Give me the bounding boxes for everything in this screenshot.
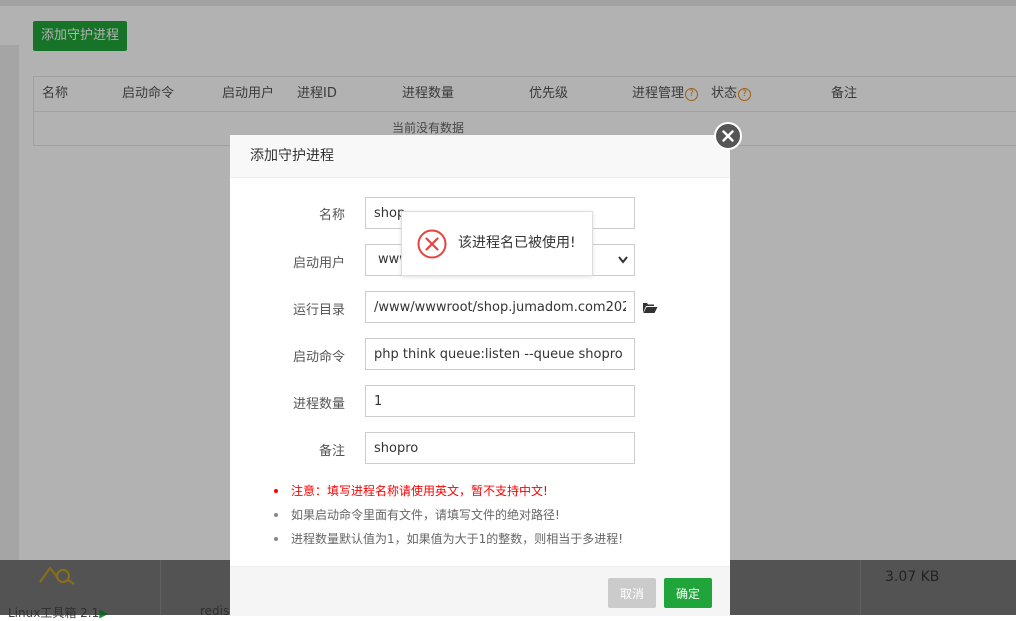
- tip-item: 注意：填写进程名称请使用英文，暂不支持中文!: [274, 481, 704, 505]
- close-dialog-button[interactable]: [714, 122, 742, 150]
- chevron-down-icon: [618, 256, 628, 264]
- confirm-button[interactable]: 确定: [664, 578, 712, 608]
- dialog-footer: 取消 确定: [230, 566, 730, 616]
- cmd-label: 启动命令: [292, 350, 345, 365]
- toast-message: 该进程名已被使用!: [458, 235, 576, 251]
- user-label: 启动用户: [292, 256, 345, 271]
- start-command-input[interactable]: [365, 338, 635, 370]
- tip-item: 进程数量默认值为1，如果值为大于1的整数，则相当于多进程!: [274, 529, 704, 553]
- folder-open-icon[interactable]: [642, 301, 658, 314]
- dir-label: 运行目录: [292, 303, 345, 318]
- error-circle-icon: [417, 229, 447, 259]
- count-label: 进程数量: [292, 397, 345, 412]
- run-dir-input[interactable]: [365, 291, 635, 323]
- add-daemon-dialog: 添加守护进程 名称 启动用户 www 运行目录 启动命令 进程数量 备注 注意：…: [230, 135, 730, 616]
- remark-label: 备注: [318, 444, 345, 459]
- dialog-header: 添加守护进程: [230, 135, 730, 178]
- name-label: 名称: [318, 208, 345, 223]
- cancel-button[interactable]: 取消: [608, 578, 656, 608]
- error-toast: 该进程名已被使用!: [401, 211, 593, 276]
- dialog-title: 添加守护进程: [250, 148, 334, 164]
- tip-item: 如果启动命令里面有文件，请填写文件的绝对路径!: [274, 505, 704, 529]
- close-icon: [722, 130, 734, 142]
- remark-input[interactable]: [365, 432, 635, 464]
- process-count-input[interactable]: [365, 385, 635, 417]
- tips-list: 注意：填写进程名称请使用英文，暂不支持中文! 如果启动命令里面有文件，请填写文件…: [274, 481, 704, 553]
